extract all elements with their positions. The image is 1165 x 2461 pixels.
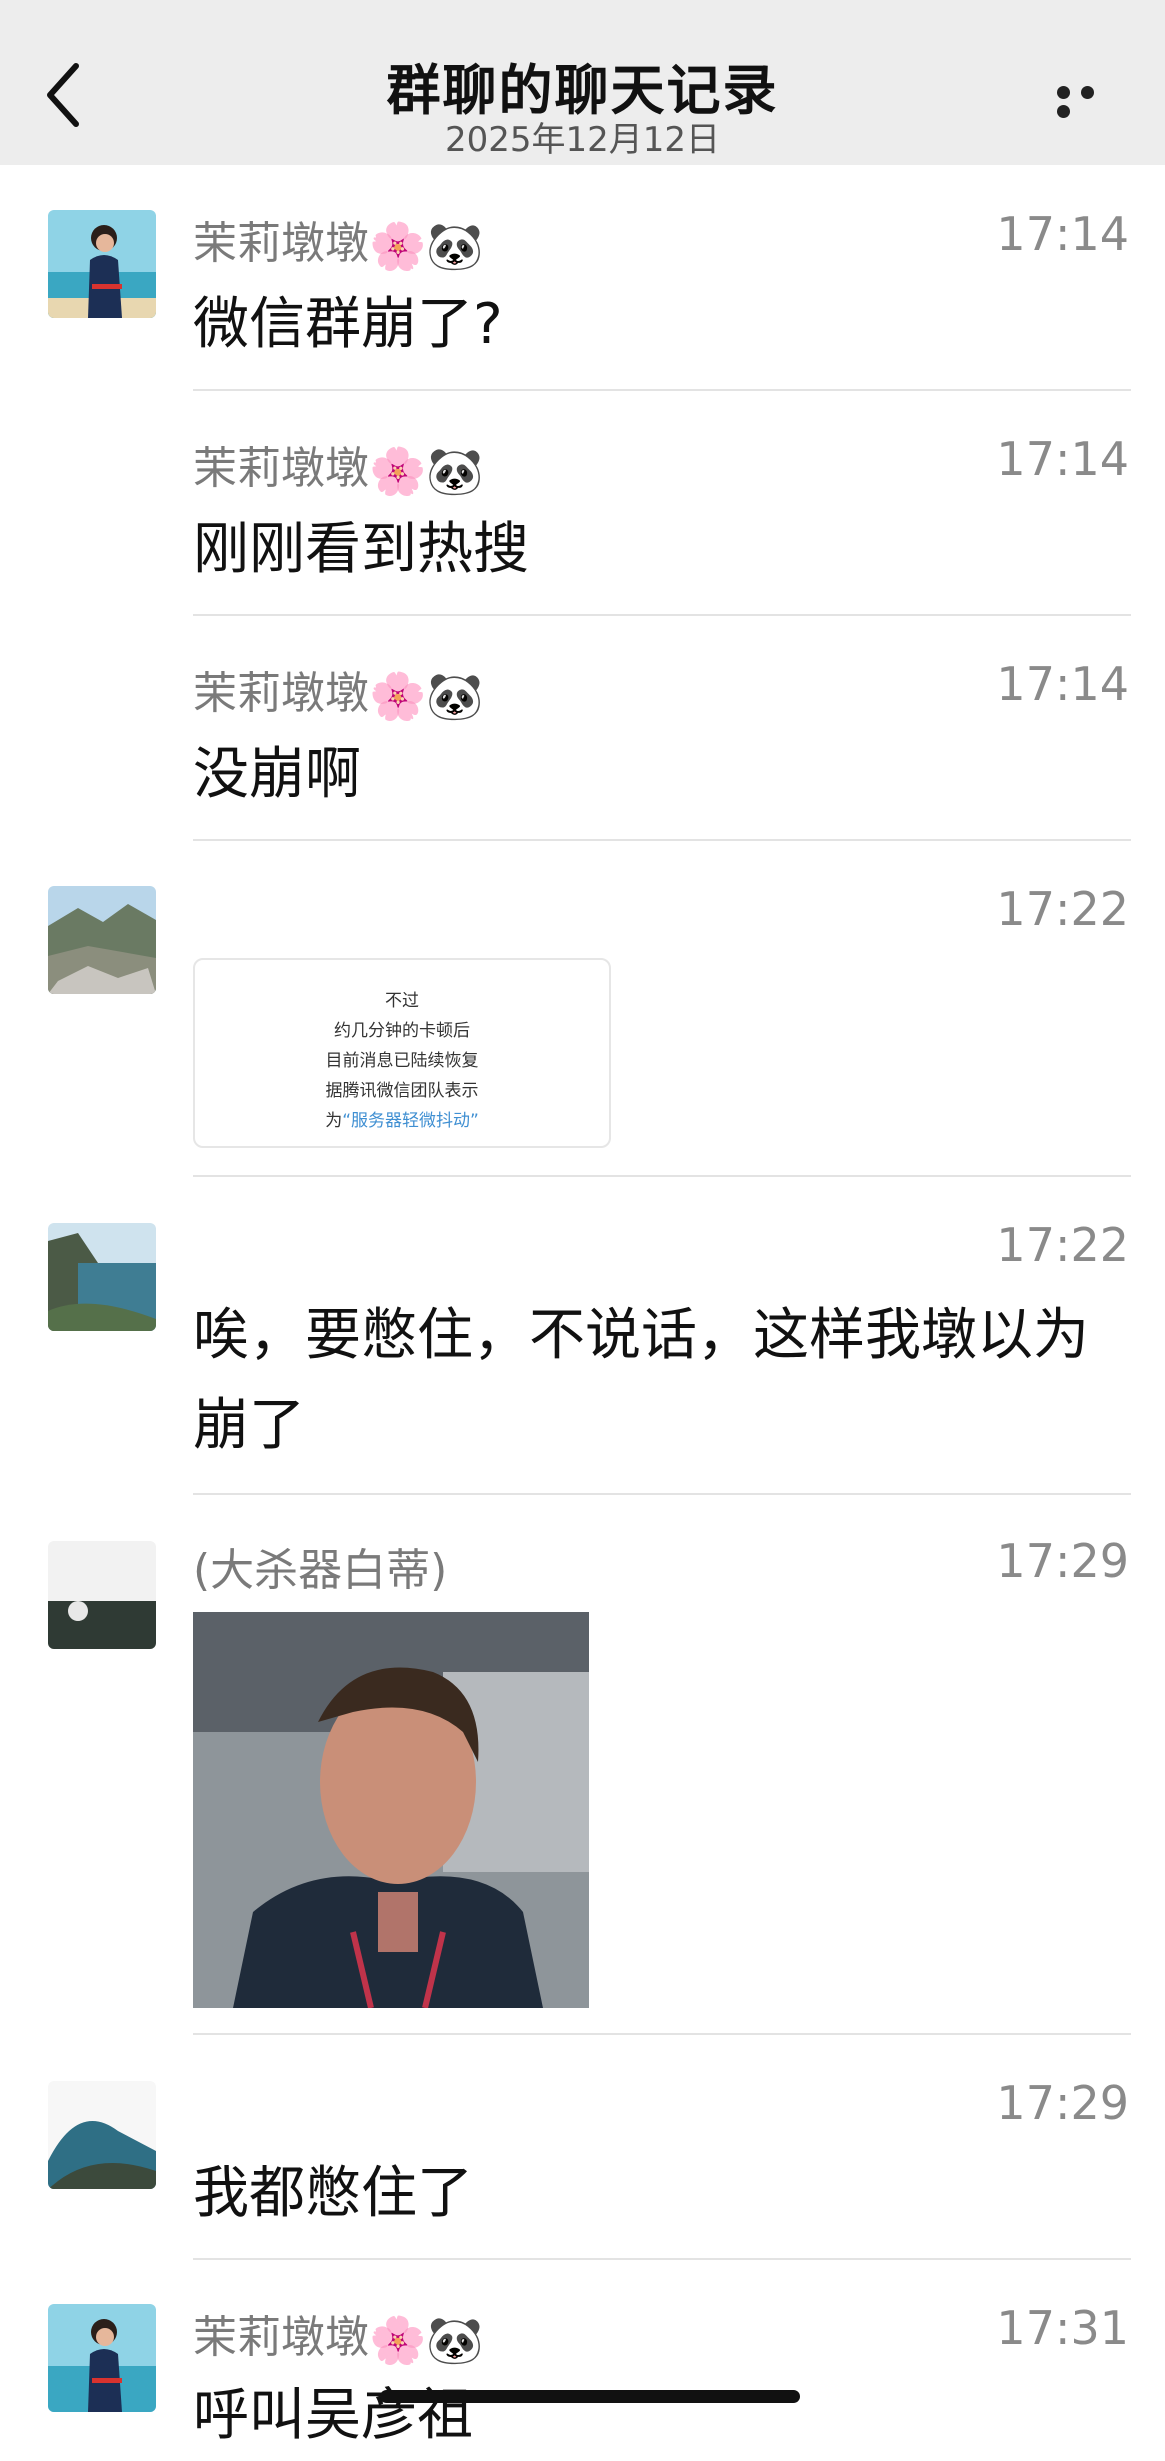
header-bar: 群聊的聊天记录 2025年12月12日 — [0, 0, 1165, 165]
sender-emoji: 🌸🐼 — [369, 2313, 484, 2367]
list-item[interactable]: 17:29 我都憋住了 — [0, 2034, 1165, 2259]
message-text: 微信群崩了? — [193, 292, 503, 357]
message-text: 唉，要憋住，不说话，这样我墩以为崩了 — [193, 1303, 1089, 1458]
sender-name: 茉莉墩墩 — [193, 218, 369, 269]
message-time: 17:29 — [996, 1534, 1129, 1588]
message-time: 17:14 — [996, 207, 1129, 261]
message-time: 17:22 — [996, 882, 1129, 936]
avatar[interactable] — [48, 1541, 156, 1649]
list-item[interactable]: 茉莉墩墩🌸🐼 17:14 没崩啊 — [0, 615, 1165, 840]
list-item[interactable]: 茉莉墩墩🌸🐼 17:14 微信群崩了? — [0, 165, 1165, 390]
list-item[interactable]: 茉莉墩墩🌸🐼 17:31 呼叫吴彦祖 — [0, 2259, 1165, 2448]
card-line: 约几分钟的卡顿后 — [334, 1021, 470, 1041]
sender-name: 茉莉墩墩 — [193, 443, 369, 494]
list-item[interactable]: 17:22 不过 约几分钟的卡顿后 目前消息已陆续恢复 据腾讯微信团队表示 为“… — [0, 840, 1165, 1175]
card-line: 目前消息已陆续恢复 — [325, 1051, 479, 1071]
message-time: 17:31 — [996, 2301, 1129, 2355]
avatar[interactable] — [48, 210, 156, 318]
list-item[interactable]: 17:22 唉，要憋住，不说话，这样我墩以为崩了 — [0, 1176, 1165, 1494]
message-text: 刚刚看到热搜 — [193, 517, 529, 582]
list-item[interactable]: 茉莉墩墩🌸🐼 17:14 刚刚看到热搜 — [0, 390, 1165, 615]
message-time: 17:29 — [996, 2076, 1129, 2130]
message-text: 我都憋住了 — [193, 2161, 473, 2226]
sender-name: 茉莉墩墩 — [193, 668, 369, 719]
card-line: 据腾讯微信团队表示 — [325, 1081, 479, 1101]
avatar[interactable] — [48, 1223, 156, 1331]
message-time: 17:14 — [996, 657, 1129, 711]
message-time: 17:22 — [996, 1218, 1129, 1272]
sender-emoji: 🌸🐼 — [369, 444, 484, 498]
more-button[interactable] — [1057, 84, 1127, 118]
page-date: 2025年12月12日 — [444, 120, 721, 160]
list-item[interactable]: (大杀器白蒂) 17:29 — [0, 1494, 1165, 2034]
message-text: 没崩啊 — [193, 742, 361, 807]
message-text: 呼叫吴彦祖 — [193, 2383, 473, 2448]
more-dots-icon — [1057, 86, 1070, 99]
message-time: 17:14 — [996, 432, 1129, 486]
card-highlight: “服务器轻微抖动” — [342, 1111, 479, 1131]
card-line: 不过 — [385, 991, 419, 1011]
sender-name: (大杀器白蒂) — [193, 1545, 448, 1596]
avatar[interactable] — [48, 886, 156, 994]
message-card[interactable]: 不过 约几分钟的卡顿后 目前消息已陆续恢复 据腾讯微信团队表示 为“服务器轻微抖… — [193, 958, 611, 1148]
message-photo[interactable] — [193, 1612, 589, 2008]
avatar[interactable] — [48, 2081, 156, 2189]
card-prefix: 为 — [325, 1111, 343, 1131]
sender-emoji: 🌸🐼 — [369, 669, 484, 723]
sender-emoji: 🌸🐼 — [369, 219, 484, 273]
avatar[interactable] — [48, 2304, 156, 2412]
sender-name: 茉莉墩墩 — [193, 2312, 369, 2363]
home-indicator[interactable] — [380, 2390, 800, 2403]
